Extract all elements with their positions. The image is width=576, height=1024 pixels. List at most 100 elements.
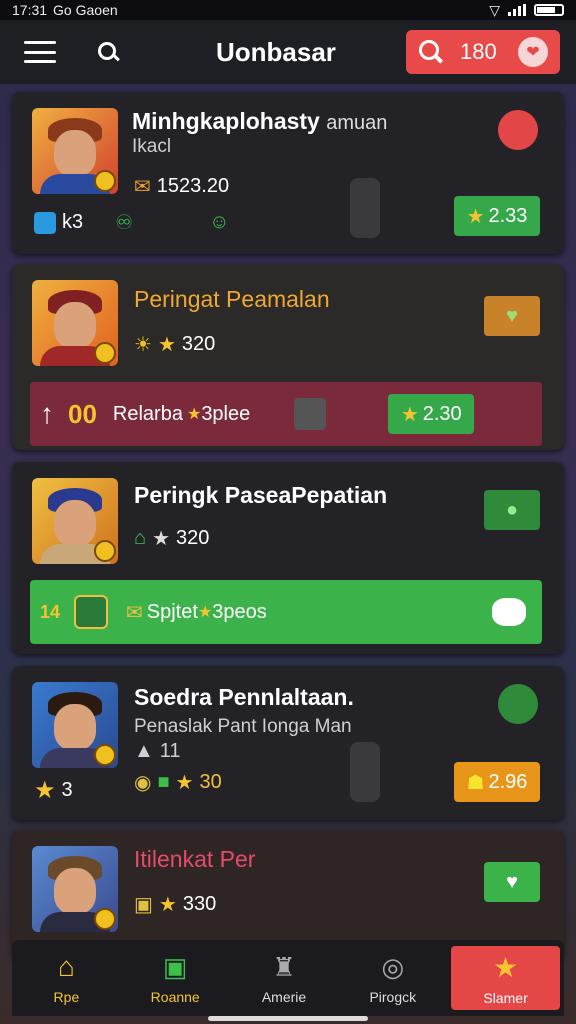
rating-button[interactable]: ☗ 2.96 [454,762,540,802]
map-pin-icon: ● [505,498,519,521]
page-title: Uonbasar [216,36,336,67]
arrow-up-icon: ↑ [40,398,54,429]
heart-icon: ❤ [518,37,548,67]
bottom-tab-bar: ⌂ Rpe ▣ Roanne ♜ Amerie ◎ Pirogck ★ Slam… [12,940,564,1016]
card-subtitle: Ikacl [132,136,172,157]
card-count: 11 [159,740,181,762]
signal-icon [508,4,526,16]
tab-label: Amerie [261,988,307,1005]
avatar [32,280,118,366]
reward-bar[interactable]: ↑ 00 Relarba ★ 3plee ★ 2.30 [30,382,542,446]
puzzle-icon [74,595,109,629]
tab-home[interactable]: ⌂ Rpe [12,940,121,1016]
avatar [32,846,118,932]
basket-icon: ⌂ [134,527,147,549]
star-icon: ★ [157,334,176,356]
card-title: Peringk PaseaPepatian [134,482,388,508]
trophy-icon: ☗ [466,771,485,794]
rating-value: 2.33 [488,204,528,227]
tab-label: Slamer [483,989,528,1006]
game-card[interactable]: Peringk PaseaPepatian ⌂ ★ 320 ● 14 ✉ Spj… [12,462,564,654]
star-icon: ★ [466,205,485,228]
star-icon: ★ [493,951,519,983]
status-bar: 17:31 Go Gaoen ▽ [0,0,576,20]
tab-label: Roanne [150,988,200,1005]
card-score: 1523.20 [156,175,230,197]
drop-icon [34,211,56,234]
tab-starred[interactable]: ★ Slamer [451,946,560,1010]
bar-text-2: 3plee [201,402,251,425]
coin-count: 180 [460,39,497,64]
rating-value: 2.96 [488,770,528,793]
rating-button[interactable]: ★ 2.30 [388,394,475,434]
card-footer-text: k3 [62,211,84,233]
coin-button[interactable]: 180 ❤ [406,30,560,74]
gift-icon: ✉ [126,601,143,624]
wifi-icon: ▽ [489,1,500,18]
reward-bar[interactable]: 14 ✉ Spjtet ★ 3peos [30,580,542,644]
potion-icon: ◉ [134,772,152,794]
star-icon: ★ [175,772,194,794]
game-card[interactable]: Peringat Peamalan ☀ ★ 320 ♥ ↑ 00 Relarba… [12,264,564,450]
heart-icon: ♥ [506,304,518,327]
star-icon: ★ [400,403,419,426]
tab-label: Rpe [53,989,80,1005]
tab-castle[interactable]: ♜ Amerie [230,940,339,1016]
map-pin-button[interactable]: ● [484,490,540,530]
hamburger-icon[interactable] [24,41,56,63]
game-card[interactable]: Minhgkaplohasty amuan Ikacl ✉ 1523.20 k3… [12,92,564,254]
trophy-icon: ☀ [134,334,152,356]
battery-icon [534,4,564,16]
card-title: Itilenkat Per [134,846,256,872]
bar-text-2: 3peos [212,600,267,623]
star-icon: ★ [186,406,202,423]
gift-icon: ▣ [134,894,153,916]
card-footer-text: 3 [61,779,73,801]
card-title: Soedra Pennlaltaan. [134,684,354,710]
monster-icon[interactable] [498,110,538,150]
home-indicator[interactable] [208,1016,368,1021]
card-title-suffix: amuan [326,112,388,134]
heart-button[interactable]: ♥ [484,296,540,336]
avatar [32,682,118,768]
star-icon: ★ [197,604,213,621]
shoe-icon: ▲ [134,740,154,762]
gamepad-icon: ▣ [162,951,188,982]
card-title: Peringat Peamalan [134,286,330,312]
wrench-icon[interactable] [498,684,538,724]
target-icon: ◎ [381,951,405,982]
status-carrier: Go Gaoen [53,2,118,18]
avatar [32,478,118,564]
lock-icon [350,742,380,802]
bar-text: Spjtet [146,600,198,623]
heart-icon: ♥ [506,870,518,893]
card-stat: 320 [176,527,210,549]
game-card[interactable]: Soedra Pennlaltaan. Penaslak Pant Ionga … [12,666,564,820]
anvil-icon [294,398,327,430]
castle-icon: ♜ [272,951,296,982]
card-stat: 30 [199,771,222,793]
chat-icon [492,598,526,626]
tab-progress[interactable]: ◎ Pirogck [338,940,447,1016]
tab-label: Pirogck [369,988,417,1005]
lock-icon [350,178,380,238]
robot-icon: ☺ [209,211,230,233]
envelope-icon: ✉ [134,176,151,198]
card-title: Minhgkaplohasty [132,108,320,134]
app-header: Uonbasar 180 ❤ [0,20,576,84]
star-icon: ★ [152,528,171,550]
rating-button[interactable]: ★ 2.33 [454,196,540,236]
shield-icon: ■ [157,771,170,793]
bar-badge: 14 [40,601,61,622]
star-icon: ★ [158,894,177,916]
rating-value: 2.30 [422,402,462,425]
star-icon: ★ [34,777,56,804]
home-icon: ⌂ [57,951,75,982]
gamepad-icon: ♾ [115,212,134,234]
search-icon[interactable] [96,40,120,64]
status-time: 17:31 [12,2,48,18]
card-stat: 330 [182,893,217,915]
card-stat: 320 [181,333,216,355]
tab-games[interactable]: ▣ Roanne [121,940,230,1016]
heart-button[interactable]: ♥ [484,862,540,902]
